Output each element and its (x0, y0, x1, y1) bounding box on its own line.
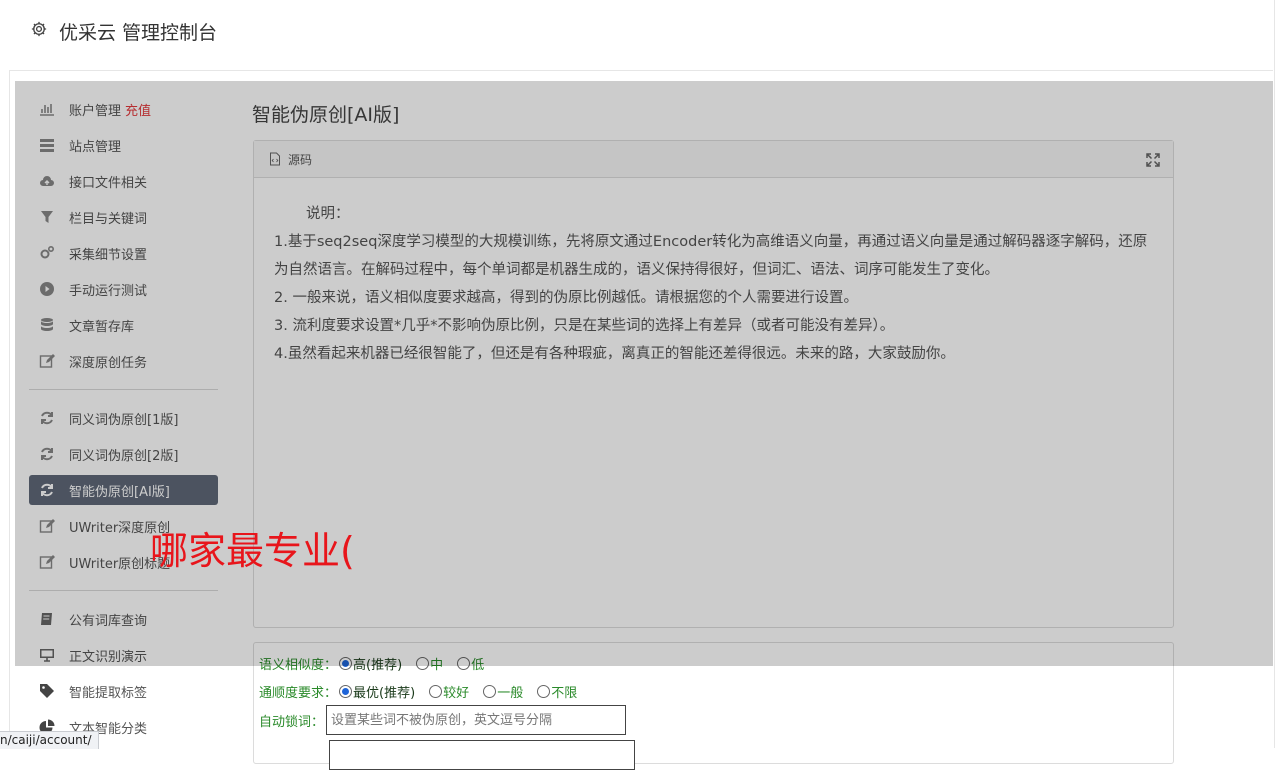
sidebar-item-label: 采集细节设置 (69, 247, 148, 263)
sidebar-item-label: 智能提取标签 (69, 685, 148, 701)
bar-chart-icon (39, 101, 55, 117)
sidebar-divider (29, 590, 218, 591)
database-icon (39, 317, 55, 333)
panel-body: 说明： 1.基于seq2seq深度学习模型的大规模训练，先将原文通过Encode… (254, 178, 1173, 368)
status-bar-url: n/caiji/account/ (0, 731, 99, 749)
description-line: 2. 一般来说，语义相似度要求越高，得到的伪原比例越低。请根据您的个人需要进行设… (274, 290, 858, 306)
sidebar-divider (29, 389, 218, 390)
edit-icon (39, 554, 55, 570)
refresh-icon (39, 410, 55, 426)
edit-icon (39, 518, 55, 534)
radio-label: 中 (430, 658, 444, 673)
sidebar-item-label: 深度原创任务 (69, 355, 148, 371)
fluency-option-good[interactable]: 较好 (429, 682, 469, 701)
sidebar-item-label: 接口文件相关 (69, 175, 148, 191)
gears-icon (39, 245, 55, 261)
sidebar-item-deep-original[interactable]: 深度原创任务 (29, 346, 218, 376)
intro-text: 说明： (306, 206, 350, 222)
radio-dot (429, 685, 443, 698)
server-icon (39, 137, 55, 153)
similarity-option-medium[interactable]: 中 (416, 654, 443, 673)
sidebar: 账户管理 充值 站点管理 接口文件相关 栏目与关键词 采集细节设置 手动运行测试… (15, 85, 230, 748)
lock-label: 自动锁词： (259, 714, 325, 730)
sidebar-item-label: 账户管理 (69, 103, 122, 119)
tag-icon (39, 683, 55, 699)
radio-dot (483, 685, 497, 698)
settings-form: 语义相似度： 高(推荐) 中 低 通顺度要求： 最优(推荐) 较好 一般 不限 … (253, 642, 1174, 770)
description-line: 3. 流利度要求设置*几乎*不影响伪原比例，只是在某些词的选择上有差异（或者可能… (274, 318, 895, 334)
sidebar-item-label: 站点管理 (69, 139, 122, 155)
fluency-label: 通顺度要求： (259, 686, 338, 701)
sidebar-item-text-recognition[interactable]: 正文识别演示 (29, 640, 218, 670)
overlay-caption: 哪家最专业( (150, 529, 355, 573)
radio-dot (339, 685, 353, 698)
sidebar-item-label: 智能伪原创[AI版] (69, 484, 170, 500)
source-text-input[interactable] (329, 740, 635, 770)
source-panel: 源码 说明： 1.基于seq2seq深度学习模型的大规模训练，先将原文通过Enc… (253, 140, 1174, 628)
edit-icon (39, 353, 55, 369)
refresh-icon (39, 482, 55, 498)
sidebar-item-columns-keywords[interactable]: 栏目与关键词 (29, 202, 218, 232)
radio-dot (457, 657, 471, 670)
fluency-row: 通顺度要求： 最优(推荐) 较好 一般 不限 (259, 682, 591, 701)
radio-label: 低 (471, 658, 485, 673)
similarity-label: 语义相似度： (259, 658, 338, 673)
filter-icon (39, 209, 55, 225)
sidebar-item-label: 正文识别演示 (69, 649, 148, 665)
app-header: 优采云 管理控制台 (9, 0, 1273, 71)
fluency-option-normal[interactable]: 一般 (483, 682, 523, 701)
sidebar-item-synonym-v2[interactable]: 同义词伪原创[2版] (29, 439, 218, 469)
radio-label: 一般 (497, 686, 524, 701)
radio-dot (339, 657, 353, 670)
sidebar-item-label: 同义词伪原创[1版] (69, 412, 179, 428)
sidebar-item-label: 手动运行测试 (69, 283, 148, 299)
sidebar-item-public-lexicon[interactable]: 公有词库查询 (29, 604, 218, 634)
page-title: 智能伪原创[AI版] (252, 104, 400, 126)
sidebar-item-ai-rewrite[interactable]: 智能伪原创[AI版] (29, 475, 218, 505)
radio-label: 较好 (443, 686, 470, 701)
similarity-option-low[interactable]: 低 (457, 654, 484, 673)
refresh-icon (39, 446, 55, 462)
sidebar-item-label: 文章暂存库 (69, 319, 135, 335)
sidebar-item-interface-files[interactable]: 接口文件相关 (29, 166, 218, 196)
recharge-link[interactable]: 充值 (125, 100, 151, 119)
sidebar-item-label: 同义词伪原创[2版] (69, 448, 179, 464)
panel-header: 源码 (254, 141, 1173, 178)
description-line: 1.基于seq2seq深度学习模型的大规模训练，先将原文通过Encoder转化为… (274, 234, 1148, 278)
sidebar-item-extract-tags[interactable]: 智能提取标签 (29, 676, 218, 706)
cloud-upload-icon (39, 173, 55, 189)
description-line: 4.虽然看起来机器已经很智能了，但还是有各种瑕疵，离真正的智能还差得很远。未来的… (274, 346, 955, 362)
radio-label: 不限 (551, 686, 578, 701)
similarity-option-high[interactable]: 高(推荐) (339, 654, 402, 673)
sidebar-item-synonym-v1[interactable]: 同义词伪原创[1版] (29, 403, 218, 433)
monitor-icon (39, 647, 55, 663)
lock-words-input[interactable] (326, 705, 627, 735)
sidebar-item-sites[interactable]: 站点管理 (29, 130, 218, 160)
radio-label: 最优(推荐) (353, 686, 416, 701)
expand-icon[interactable] (1145, 152, 1161, 168)
play-circle-icon (39, 281, 55, 297)
book-icon (39, 611, 55, 627)
radio-label: 高(推荐) (353, 658, 403, 673)
lock-row: 自动锁词： (259, 705, 627, 735)
similarity-row: 语义相似度： 高(推荐) 中 低 (259, 654, 498, 673)
fluency-option-any[interactable]: 不限 (537, 682, 577, 701)
file-code-icon (270, 152, 280, 166)
sidebar-item-manual-test[interactable]: 手动运行测试 (29, 274, 218, 304)
fluency-option-best[interactable]: 最优(推荐) (339, 682, 415, 701)
panel-header-label: 源码 (288, 152, 313, 167)
app-title: 优采云 管理控制台 (59, 22, 218, 44)
sidebar-item-article-store[interactable]: 文章暂存库 (29, 310, 218, 340)
radio-dot (537, 685, 551, 698)
radio-dot (416, 657, 430, 670)
gear-icon (31, 21, 47, 37)
sidebar-item-label: 公有词库查询 (69, 613, 148, 629)
sidebar-item-label: 栏目与关键词 (69, 211, 148, 227)
sidebar-item-collect-settings[interactable]: 采集细节设置 (29, 238, 218, 268)
sidebar-item-account[interactable]: 账户管理 充值 (29, 94, 218, 124)
